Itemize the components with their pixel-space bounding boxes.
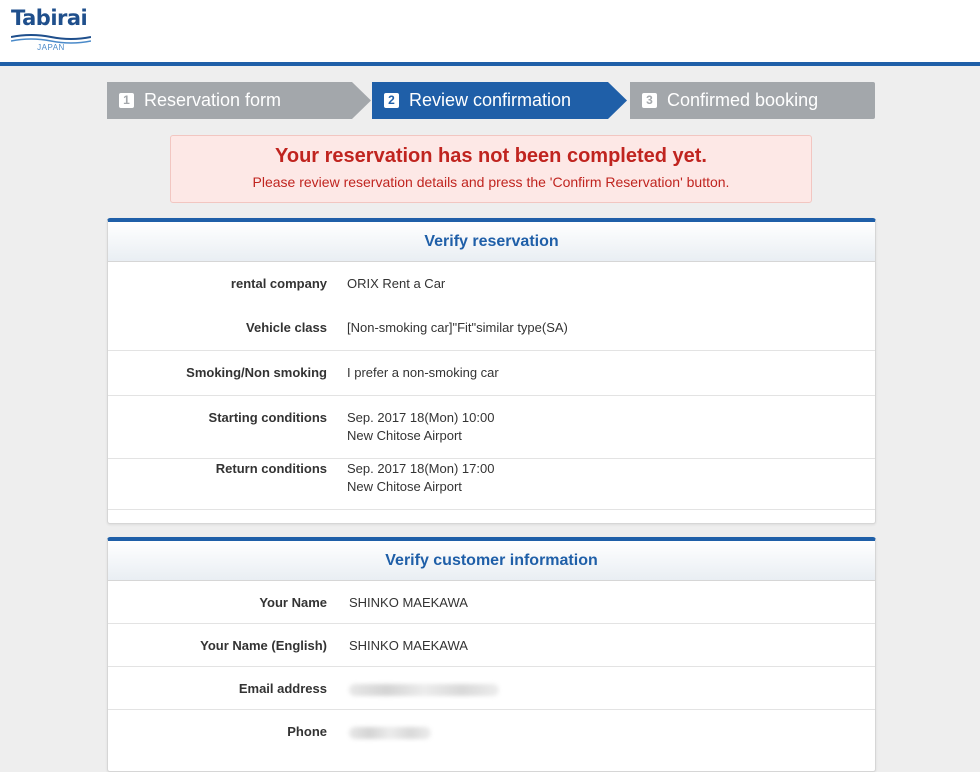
- row-label: Phone: [287, 724, 327, 739]
- customer-panel: Verify customer information Your Name SH…: [107, 537, 876, 772]
- row-label: Email address: [238, 681, 327, 696]
- table-row: Phone: [108, 710, 875, 752]
- table-row: Smoking/Non smoking I prefer a non-smoki…: [108, 351, 875, 396]
- reservation-row-group: rental company ORIX Rent a Car Vehicle c…: [108, 262, 875, 351]
- row-value: Sep. 2017 18(Mon) 17:00 New Chitose Airp…: [347, 460, 494, 496]
- row-value: SHINKO MAEKAWA: [349, 638, 468, 653]
- logo-subtext: JAPAN: [37, 43, 65, 52]
- step-number: 3: [642, 93, 657, 108]
- table-row: Your Name (English) SHINKO MAEKAWA: [108, 624, 875, 667]
- incomplete-alert: Your reservation has not been completed …: [170, 135, 812, 203]
- row-label: Smoking/Non smoking: [186, 365, 327, 380]
- row-label: Return conditions: [215, 461, 327, 476]
- start-location: New Chitose Airport: [347, 428, 462, 443]
- table-row: Your Name SHINKO MAEKAWA: [108, 581, 875, 624]
- redacted-blur: [349, 726, 431, 739]
- row-label: Starting conditions: [208, 410, 327, 425]
- alert-message: Please review reservation details and pr…: [252, 174, 730, 190]
- tabirai-logo[interactable]: Tabirai JAPAN: [11, 6, 91, 54]
- step-label: Review confirmation: [409, 90, 572, 110]
- logo-text: Tabirai: [11, 6, 88, 30]
- redacted-blur: [349, 683, 499, 696]
- row-label: Vehicle class: [246, 320, 327, 335]
- step-number: 1: [119, 93, 134, 108]
- step-label: Confirmed booking: [667, 90, 819, 110]
- step-number: 2: [384, 93, 399, 108]
- step-review-confirmation: 2 Review confirmation: [372, 82, 627, 119]
- row-value: I prefer a non-smoking car: [347, 365, 499, 380]
- row-value: SHINKO MAEKAWA: [349, 595, 468, 610]
- return-datetime: Sep. 2017 18(Mon) 17:00: [347, 461, 495, 476]
- row-value: Sep. 2017 18(Mon) 10:00 New Chitose Airp…: [347, 409, 494, 445]
- step-label: Reservation form: [144, 90, 282, 110]
- step-confirmed-booking: 3 Confirmed booking: [630, 82, 875, 119]
- row-label: Your Name (English): [200, 638, 327, 653]
- progress-steps: 1 Reservation form 2 Review confirmation…: [107, 82, 875, 119]
- alert-title: Your reservation has not been completed …: [275, 145, 707, 167]
- start-datetime: Sep. 2017 18(Mon) 10:00: [347, 410, 495, 425]
- table-row: Starting conditions Sep. 2017 18(Mon) 10…: [108, 396, 875, 459]
- panel-title: Verify reservation: [108, 222, 875, 262]
- row-label: rental company: [230, 276, 327, 291]
- return-location: New Chitose Airport: [347, 479, 462, 494]
- site-header: Tabirai JAPAN: [0, 0, 980, 66]
- table-row: Email address: [108, 667, 875, 710]
- reservation-panel: Verify reservation rental company ORIX R…: [107, 218, 876, 524]
- redacted-email: [349, 680, 499, 698]
- table-row: Return conditions Sep. 2017 18(Mon) 17:0…: [108, 459, 875, 510]
- row-label: Your Name: [259, 595, 327, 610]
- step-reservation-form: 1 Reservation form: [107, 82, 371, 119]
- panel-title: Verify customer information: [108, 541, 875, 581]
- row-value: ORIX Rent a Car: [347, 276, 446, 291]
- redacted-phone: [349, 723, 431, 741]
- row-value: [Non-smoking car]"Fit"similar type(SA): [347, 320, 568, 335]
